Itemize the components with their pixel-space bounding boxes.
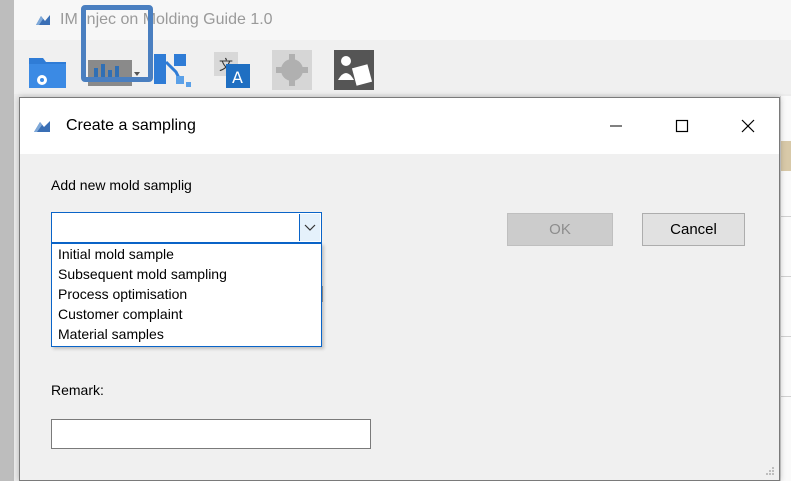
minimize-button[interactable] [593, 104, 639, 148]
obscured-control-edge [322, 286, 323, 302]
dropdown-option-subsequent[interactable]: Subsequent mold sampling [52, 264, 321, 284]
dropdown-option-process[interactable]: Process optimisation [52, 284, 321, 304]
ok-button[interactable]: OK [507, 213, 613, 246]
dialog-app-icon [34, 121, 50, 132]
remark-label: Remark: [51, 382, 104, 398]
dropdown-option-material[interactable]: Material samples [52, 324, 321, 344]
maximize-button[interactable] [659, 104, 705, 148]
settings-folder-button[interactable] [28, 50, 68, 90]
dialog-title-bar[interactable]: Create a sampling [20, 98, 779, 154]
resize-grip-icon[interactable] [765, 466, 775, 476]
maximize-icon [675, 119, 689, 133]
remark-input[interactable] [51, 419, 371, 449]
sampling-type-combobox[interactable] [51, 212, 322, 243]
close-button[interactable] [725, 104, 771, 148]
dialog-title: Create a sampling [66, 117, 196, 134]
parent-grid-line [781, 396, 791, 397]
parent-grid-line [781, 216, 791, 217]
toolbar-highlight-frame [81, 5, 153, 82]
app-logo-icon [36, 15, 50, 25]
dropdown-option-complaint[interactable]: Customer complaint [52, 304, 321, 324]
add-sampling-label: Add new mold samplig [51, 177, 192, 193]
translate-button[interactable]: 文 A [212, 50, 252, 90]
reader-icon [334, 50, 374, 90]
minimize-icon [610, 125, 622, 127]
parent-panel-fragment [781, 141, 791, 171]
parent-grid-line [781, 276, 791, 277]
close-icon [741, 119, 755, 133]
svg-text:A: A [232, 68, 243, 87]
left-border [0, 0, 14, 481]
settings-button[interactable] [272, 50, 312, 90]
translate-icon: 文 A [214, 52, 250, 88]
network-diagram-icon [154, 54, 191, 87]
gear-icon [272, 50, 312, 90]
settings-folder-icon [29, 58, 66, 88]
chevron-down-icon [304, 224, 316, 231]
sampling-type-dropdown-list[interactable]: Initial mold sample Subsequent mold samp… [51, 243, 322, 347]
create-sampling-dialog: Create a sampling Add new mold samplig I… [19, 97, 780, 481]
parent-window-edge [780, 96, 791, 481]
parent-grid-line [781, 336, 791, 337]
cancel-button[interactable]: Cancel [642, 213, 745, 246]
combobox-dropdown-button[interactable] [299, 214, 320, 241]
dropdown-option-initial[interactable]: Initial mold sample [52, 244, 321, 264]
network-diagram-button[interactable] [152, 50, 192, 90]
reader-button[interactable] [334, 50, 374, 90]
